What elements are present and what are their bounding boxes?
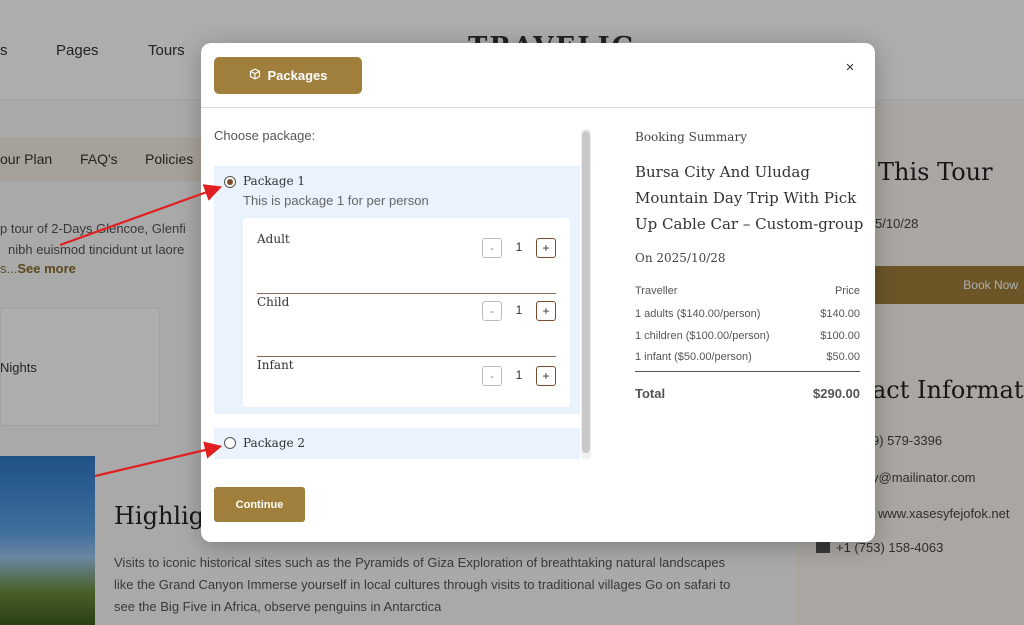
tab-packages[interactable]: Packages — [214, 57, 362, 94]
close-icon[interactable]: × — [841, 59, 859, 77]
package-list-scrollbar[interactable] — [581, 129, 591, 459]
table-header: Traveller Price — [635, 285, 860, 297]
package-1-radio[interactable] — [224, 176, 236, 188]
quantity-value: 1 — [515, 368, 523, 382]
tour-date: On 2025/10/28 — [635, 251, 726, 265]
scrollbar-thumb[interactable] — [582, 131, 590, 453]
traveller-label: Child — [257, 295, 290, 309]
package-option-2[interactable]: Package 2 — [214, 428, 580, 459]
cube-icon — [249, 68, 261, 83]
divider — [257, 293, 556, 294]
summary-divider — [635, 371, 860, 372]
table-row: 1 infant ($50.00/person) $50.00 — [635, 351, 860, 363]
traveller-label: Adult — [257, 232, 290, 246]
package-2-title: Package 2 — [243, 436, 306, 450]
decrement-button[interactable]: - — [482, 301, 502, 321]
traveller-row-adult: Adult - 1 + — [257, 232, 556, 294]
quantity-value: 1 — [515, 240, 523, 254]
choose-package-label: Choose package: — [214, 128, 316, 143]
quantity-stepper-adult: - 1 + — [482, 238, 556, 258]
increment-button[interactable]: + — [536, 238, 556, 258]
package-1-title: Package 1 — [243, 174, 306, 188]
booking-summary-label: Booking Summary — [635, 130, 747, 144]
tab-packages-label: Packages — [267, 68, 328, 83]
traveller-row-child: Child - 1 + — [257, 295, 556, 357]
booking-modal: Packages × Choose package: Package 1 Thi… — [201, 43, 875, 542]
tour-name: Bursa City And Uludag Mountain Day Trip … — [635, 163, 864, 233]
package-2-radio[interactable] — [224, 437, 236, 449]
package-1-description: This is package 1 for per person — [243, 193, 429, 208]
traveller-label: Infant — [257, 358, 294, 372]
table-row: 1 children ($100.00/person) $100.00 — [635, 330, 860, 342]
traveller-row-infant: Infant - 1 + — [257, 358, 556, 398]
quantity-stepper-infant: - 1 + — [482, 366, 556, 386]
traveller-selector: Adult - 1 + Child - 1 + Infant - 1 + — [243, 218, 570, 407]
decrement-button[interactable]: - — [482, 366, 502, 386]
divider — [257, 356, 556, 357]
continue-button[interactable]: Continue — [214, 487, 305, 522]
quantity-value: 1 — [515, 303, 523, 317]
modal-header: Packages × — [201, 43, 875, 108]
table-row: 1 adults ($140.00/person) $140.00 — [635, 308, 860, 320]
decrement-button[interactable]: - — [482, 238, 502, 258]
quantity-stepper-child: - 1 + — [482, 301, 556, 321]
increment-button[interactable]: + — [536, 366, 556, 386]
increment-button[interactable]: + — [536, 301, 556, 321]
package-option-1[interactable]: Package 1 This is package 1 for per pers… — [214, 166, 580, 414]
